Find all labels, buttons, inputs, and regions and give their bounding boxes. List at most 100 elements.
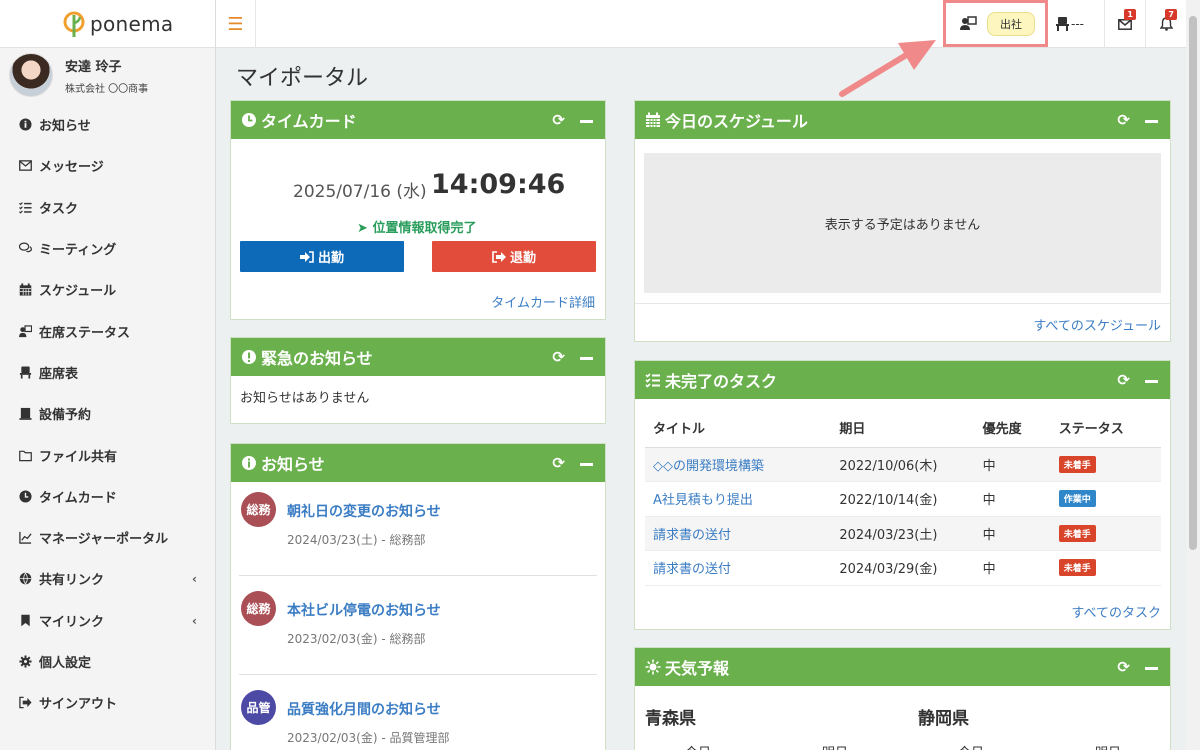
minimize-icon[interactable]	[580, 356, 593, 360]
task-priority: 中	[974, 550, 1051, 586]
minimize-icon[interactable]	[580, 462, 593, 466]
calendar-icon	[646, 112, 660, 127]
sidebar-item-9[interactable]: タイムカード	[0, 476, 215, 517]
urgent-title: 緊急のお知らせ	[261, 349, 373, 368]
user-profile[interactable]: 安達 玲子 株式会社 〇〇商事	[0, 48, 215, 102]
sidebar-item-13[interactable]: 個人設定	[0, 641, 215, 682]
chevron-left-icon[interactable]: ‹	[192, 614, 197, 628]
sidebar-item-4[interactable]: スケジュール	[0, 269, 215, 310]
clock-icon	[18, 489, 32, 503]
all-tasks-link[interactable]: すべてのタスク	[1071, 602, 1161, 621]
mail-button[interactable]: 1	[1105, 0, 1145, 48]
sidebar-item-7[interactable]: 設備予約	[0, 393, 215, 434]
sidebar-item-11[interactable]: 共有リンク ‹	[0, 558, 215, 599]
location-status-text: 位置情報取得完了	[372, 221, 477, 236]
envelope-icon	[18, 159, 32, 173]
sidebar-item-0[interactable]: お知らせ	[0, 104, 215, 145]
location-status: ➤ 位置情報取得完了	[357, 217, 476, 236]
page-scrollbar[interactable]	[1186, 0, 1200, 750]
news-panel: お知らせ ⟳ 総務 朝礼日の変更のお知らせ 2024/03/23(土) - 総務部総…	[230, 443, 606, 750]
refresh-icon[interactable]: ⟳	[552, 454, 565, 472]
clock-in-button[interactable]: 出勤	[240, 241, 404, 272]
task-column-header: 優先度	[974, 409, 1051, 448]
location-arrow-icon: ➤	[357, 221, 368, 236]
weather-region-name: 静岡県	[918, 709, 969, 729]
brand[interactable]: ponema	[0, 0, 215, 48]
minimize-icon[interactable]	[1145, 379, 1158, 383]
weather-panel: 天気予報 ⟳ 青森県今日 明日 静岡県今日 明日	[634, 647, 1171, 750]
schedule-panel: 今日のスケジュール ⟳ 表示する予定はありません すべてのスケジュール	[634, 100, 1171, 342]
sidebar-item-3[interactable]: ミーティング	[0, 228, 215, 269]
department-badge: 品管	[241, 690, 276, 725]
task-due: 2024/03/23(土)	[831, 516, 975, 551]
sidebar-item-label: 個人設定	[39, 656, 92, 671]
mail-count-badge: 1	[1124, 9, 1136, 20]
refresh-icon[interactable]: ⟳	[552, 111, 565, 129]
sidebar-item-label: 共有リンク	[39, 573, 105, 589]
refresh-icon[interactable]: ⟳	[1117, 371, 1130, 389]
sidebar-item-label: ファイル共有	[39, 449, 118, 465]
seat-button[interactable]: ---	[1056, 0, 1084, 48]
sidebar-item-label: 在席ステータス	[39, 325, 131, 341]
refresh-icon[interactable]: ⟳	[552, 348, 565, 366]
person-desk-icon	[960, 16, 977, 30]
annotation-arrow-icon	[839, 40, 936, 97]
status-badge: 作業中	[1058, 490, 1096, 508]
envelope-icon	[1118, 18, 1132, 30]
task-due: 2024/03/29(金)	[831, 550, 975, 586]
news-item-title[interactable]: 品質強化月間のお知らせ	[287, 699, 441, 719]
sidebar-item-label: マネージャーポータル	[39, 532, 169, 548]
chart-line-icon	[18, 531, 32, 545]
bookmark-icon	[18, 613, 32, 627]
sidebar-item-6[interactable]: 座席表	[0, 352, 215, 393]
status-badge: 未着手	[1058, 524, 1096, 542]
folder-icon	[18, 448, 32, 462]
sidebar-item-10[interactable]: マネージャーポータル	[0, 517, 215, 558]
news-item-meta: 2023/02/03(金) - 総務部	[287, 632, 426, 646]
minimize-icon[interactable]	[1145, 666, 1158, 670]
notification-button[interactable]: 7	[1146, 0, 1186, 48]
sidebar-item-label: サインアウト	[39, 697, 118, 713]
task-column-header: タイトル	[645, 409, 832, 448]
task-title-link[interactable]: 請求書の送付	[653, 528, 731, 543]
menu-toggle-button[interactable]: ☰	[216, 0, 256, 48]
sidebar-item-12[interactable]: マイリンク ‹	[0, 600, 215, 641]
news-item-title[interactable]: 朝礼日の変更のお知らせ	[287, 501, 441, 521]
task-priority: 中	[974, 516, 1051, 551]
sidebar-item-1[interactable]: メッセージ	[0, 145, 215, 186]
scrollbar-thumb[interactable]	[1189, 16, 1197, 550]
timecard-detail-link[interactable]: タイムカード詳細	[491, 292, 595, 311]
refresh-icon[interactable]: ⟳	[1117, 658, 1130, 676]
task-panel: 未完了のタスク ⟳ タイトル 期日 優先度 ステータス ◇◇の開発環境構築 2022/1…	[634, 360, 1171, 630]
news-item-title[interactable]: 本社ビル停電のお知らせ	[287, 600, 441, 620]
sidebar-item-label: お知らせ	[39, 119, 91, 135]
department-badge: 総務	[241, 492, 276, 527]
sidebar-item-2[interactable]: タスク	[0, 187, 215, 228]
sidebar: ponema 安達 玲子 株式会社 〇〇商事 お知らせメッセージ タスク ミーティン…	[0, 0, 216, 750]
minimize-icon[interactable]	[580, 119, 593, 123]
task-title-link[interactable]: ◇◇の開発環境構築	[653, 459, 764, 474]
topbar: ☰ 出社 --- 1 7	[216, 0, 1186, 48]
task-title-link[interactable]: 請求書の送付	[653, 562, 731, 577]
refresh-icon[interactable]: ⟳	[1117, 111, 1130, 129]
sidebar-item-8[interactable]: ファイル共有	[0, 434, 215, 475]
all-schedule-link[interactable]: すべてのスケジュール	[1033, 315, 1161, 334]
sidebar-item-14[interactable]: サインアウト	[0, 682, 215, 723]
clock-out-button[interactable]: 退勤	[432, 241, 596, 272]
building-icon	[18, 407, 32, 421]
task-title-link[interactable]: A社見積もり提出	[653, 493, 753, 508]
status-badge: 未着手	[1058, 455, 1096, 473]
seat-label: ---	[1071, 17, 1084, 31]
sidebar-nav: お知らせメッセージ タスク ミーティング スケジュール在席ステータス座席表 設備予約ファ…	[0, 104, 215, 723]
minimize-icon[interactable]	[1145, 119, 1158, 123]
sidebar-item-5[interactable]: 在席ステータス	[0, 310, 215, 351]
clock-out-label: 退勤	[509, 251, 536, 266]
avatar[interactable]	[9, 53, 53, 97]
presence-status-button[interactable]: 出社	[943, 0, 1048, 47]
weather-title: 天気予報	[665, 659, 730, 678]
schedule-empty-text: 表示する予定はありません	[824, 217, 981, 233]
news-item-meta: 2024/03/23(土) - 総務部	[287, 533, 426, 547]
chevron-left-icon[interactable]: ‹	[192, 572, 197, 586]
exclamation-circle-icon	[242, 350, 256, 364]
sun-icon	[645, 659, 661, 675]
